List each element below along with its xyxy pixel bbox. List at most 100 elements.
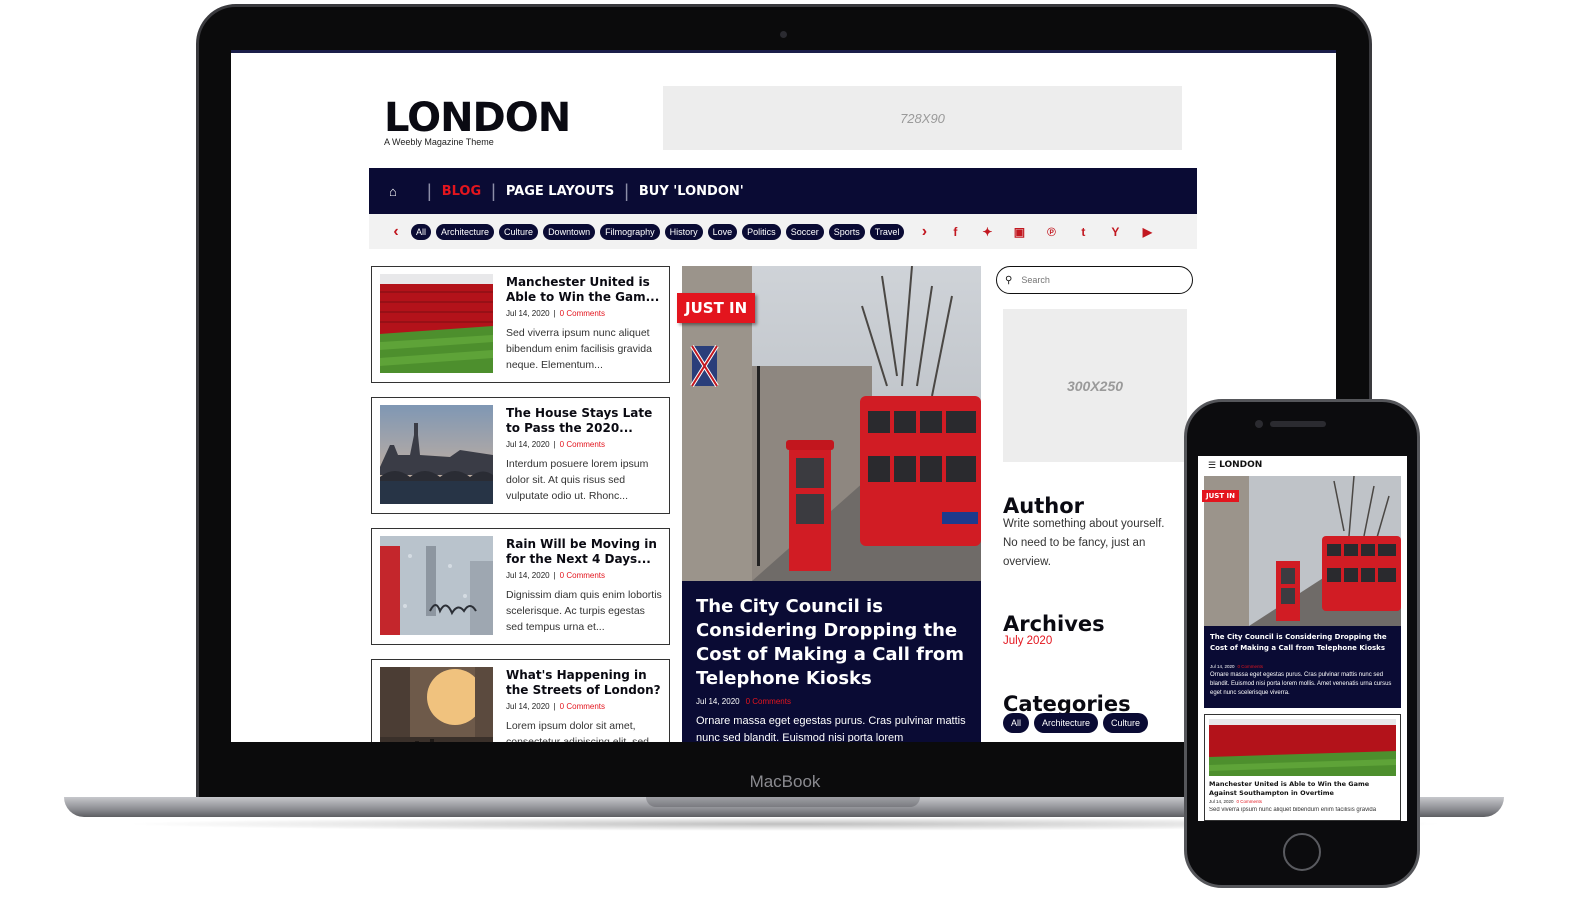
laptop-camera: [780, 31, 787, 38]
tag-history[interactable]: History: [664, 223, 703, 240]
tag-soccer[interactable]: Soccer: [785, 223, 824, 240]
tag-love[interactable]: Love: [707, 223, 738, 240]
mobile-featured-post[interactable]: JUST IN The City Council is Considering …: [1202, 476, 1401, 708]
main-navigation: ⌂ | BLOG | PAGE LAYOUTS | BUY 'LONDON': [369, 168, 1197, 214]
category-list: All Architecture Culture: [1003, 713, 1153, 733]
post-comments-link[interactable]: 0 Comments: [560, 309, 605, 318]
post-title[interactable]: What's Happening in the Streets of Londo…: [506, 668, 664, 700]
site-logo[interactable]: LONDON: [384, 95, 571, 141]
post-comments-link[interactable]: 0 Comments: [746, 697, 791, 706]
hacker-news-icon[interactable]: Y: [1099, 225, 1131, 239]
tag-bar: ‹ All Architecture Culture Downtown Film…: [369, 214, 1197, 249]
laptop-screen: LONDON A Weebly Magazine Theme 728X90 ⌂ …: [231, 50, 1336, 742]
tag-culture[interactable]: Culture: [499, 223, 539, 240]
post-comments-link[interactable]: 0 Comments: [560, 702, 605, 711]
featured-post-title[interactable]: The City Council is Considering Dropping…: [696, 595, 971, 691]
post-thumbnail-parliament[interactable]: [380, 405, 493, 504]
tag-all[interactable]: All: [411, 223, 432, 240]
post-date: Jul 14, 2020: [696, 697, 740, 706]
ad-banner-300x250[interactable]: 300X250: [1003, 309, 1187, 462]
chevron-right-icon[interactable]: ›: [909, 223, 939, 241]
instagram-icon[interactable]: ▣: [1003, 225, 1035, 239]
phone-home-button[interactable]: [1283, 833, 1321, 871]
mobile-featured-meta: Jul 14, 2020 0 Comments: [1210, 664, 1263, 669]
meta-separator: |: [553, 309, 556, 318]
facebook-icon[interactable]: f: [939, 225, 971, 239]
nav-separator: |: [624, 180, 629, 201]
device-mockup-stage: LONDON A Weebly Magazine Theme 728X90 ⌂ …: [0, 0, 1584, 908]
tag-architecture[interactable]: Architecture: [436, 223, 495, 240]
post-meta: Jul 14, 2020 | 0 Comments: [506, 309, 605, 318]
featured-post[interactable]: JUST IN The City Council is Considering …: [677, 266, 981, 742]
archives-heading: Archives: [1003, 612, 1105, 636]
post-date: Jul 14, 2020: [1210, 664, 1235, 669]
post-card[interactable]: Manchester United is Able to Win the Gam…: [371, 266, 670, 383]
tag-travel[interactable]: Travel: [869, 223, 905, 240]
tag-filmography[interactable]: Filmography: [600, 223, 660, 240]
chevron-left-icon[interactable]: ‹: [381, 223, 411, 241]
home-icon[interactable]: ⌂: [389, 184, 417, 199]
mobile-header: ☰ LONDON: [1198, 456, 1407, 474]
site-tagline: A Weebly Magazine Theme: [384, 137, 494, 147]
mobile-just-in-badge: JUST IN: [1202, 490, 1240, 502]
post-date: Jul 14, 2020: [506, 309, 550, 318]
nav-item-buy-london[interactable]: BUY 'LONDON': [639, 184, 744, 199]
post-date: Jul 14, 2020: [506, 440, 550, 449]
post-excerpt: Lorem ipsum dolor sit amet, consectetur …: [506, 720, 649, 742]
nav-separator: |: [427, 180, 432, 201]
post-thumbnail-street[interactable]: [380, 667, 493, 742]
pinterest-icon[interactable]: ℗: [1035, 225, 1067, 239]
tumblr-icon[interactable]: t: [1067, 225, 1099, 239]
nav-item-blog[interactable]: BLOG: [442, 184, 481, 199]
ad-banner-728x90[interactable]: 728X90: [663, 86, 1182, 150]
post-card[interactable]: Rain Will be Moving in for the Next 4 Da…: [371, 528, 670, 645]
post-meta: Jul 14, 2020 | 0 Comments: [506, 702, 605, 711]
mobile-post-thumbnail-stadium[interactable]: [1209, 719, 1396, 776]
laptop-notch: [646, 797, 920, 807]
post-thumbnail-rain[interactable]: [380, 536, 493, 635]
nav-item-page-layouts[interactable]: PAGE LAYOUTS: [506, 184, 614, 199]
post-excerpt: Interdum posuere lorem ipsum dolor sit. …: [506, 458, 649, 502]
archive-link-july-2020[interactable]: July 2020: [1003, 635, 1052, 647]
category-architecture[interactable]: Architecture: [1034, 713, 1099, 733]
mobile-featured-excerpt: Ornare massa eget egestas purus. Cras pu…: [1210, 672, 1392, 696]
post-date: Jul 14, 2020: [506, 571, 550, 580]
mobile-featured-title[interactable]: The City Council is Considering Dropping…: [1210, 632, 1396, 653]
search-input[interactable]: [1021, 275, 1172, 285]
post-comments-link[interactable]: 0 Comments: [1238, 664, 1264, 669]
post-title[interactable]: Rain Will be Moving in for the Next 4 Da…: [506, 537, 664, 569]
author-text-line: overview.: [1003, 556, 1051, 568]
post-title[interactable]: Manchester United is Able to Win the Gam…: [506, 275, 664, 307]
search-box[interactable]: ⚲: [996, 266, 1193, 294]
post-date: Jul 14, 2020: [506, 702, 550, 711]
tag-downtown[interactable]: Downtown: [543, 223, 596, 240]
phone-speaker: [1270, 421, 1326, 427]
just-in-badge: JUST IN: [677, 293, 756, 323]
post-excerpt: Dignissim diam quis enim lobortis sceler…: [506, 589, 662, 633]
post-card[interactable]: The House Stays Late to Pass the 2020...…: [371, 397, 670, 514]
hamburger-menu-icon[interactable]: ☰: [1208, 460, 1216, 471]
tag-politics[interactable]: Politics: [742, 223, 781, 240]
mobile-post-card[interactable]: Manchester United is Able to Win the Gam…: [1204, 714, 1401, 821]
post-excerpt: Sed viverra ipsum nunc aliquet bibendum …: [506, 327, 652, 371]
tag-sports[interactable]: Sports: [828, 223, 865, 240]
nav-separator: |: [491, 180, 496, 201]
post-card[interactable]: What's Happening in the Streets of Londo…: [371, 659, 670, 742]
twitter-icon[interactable]: ✦: [971, 225, 1003, 239]
featured-post-meta: Jul 14, 2020 0 Comments: [696, 697, 791, 706]
post-comments-link[interactable]: 0 Comments: [1237, 799, 1263, 804]
post-comments-link[interactable]: 0 Comments: [560, 440, 605, 449]
post-thumbnail-stadium[interactable]: [380, 274, 493, 373]
search-icon[interactable]: ⚲: [1005, 275, 1012, 286]
category-all[interactable]: All: [1003, 713, 1030, 733]
mobile-post-excerpt: Sed viverra ipsum nunc aliquet bibendum …: [1209, 807, 1377, 813]
mobile-post-title[interactable]: Manchester United is Able to Win the Gam…: [1209, 780, 1397, 798]
post-title[interactable]: The House Stays Late to Pass the 2020...: [506, 406, 664, 438]
meta-separator: |: [553, 440, 556, 449]
post-comments-link[interactable]: 0 Comments: [560, 571, 605, 580]
category-culture[interactable]: Culture: [1103, 713, 1149, 733]
meta-separator: |: [553, 571, 556, 580]
mobile-post-meta: Jul 14, 2020 0 Comments: [1209, 799, 1262, 804]
youtube-icon[interactable]: ▶: [1131, 225, 1163, 239]
mobile-logo[interactable]: LONDON: [1219, 460, 1262, 470]
